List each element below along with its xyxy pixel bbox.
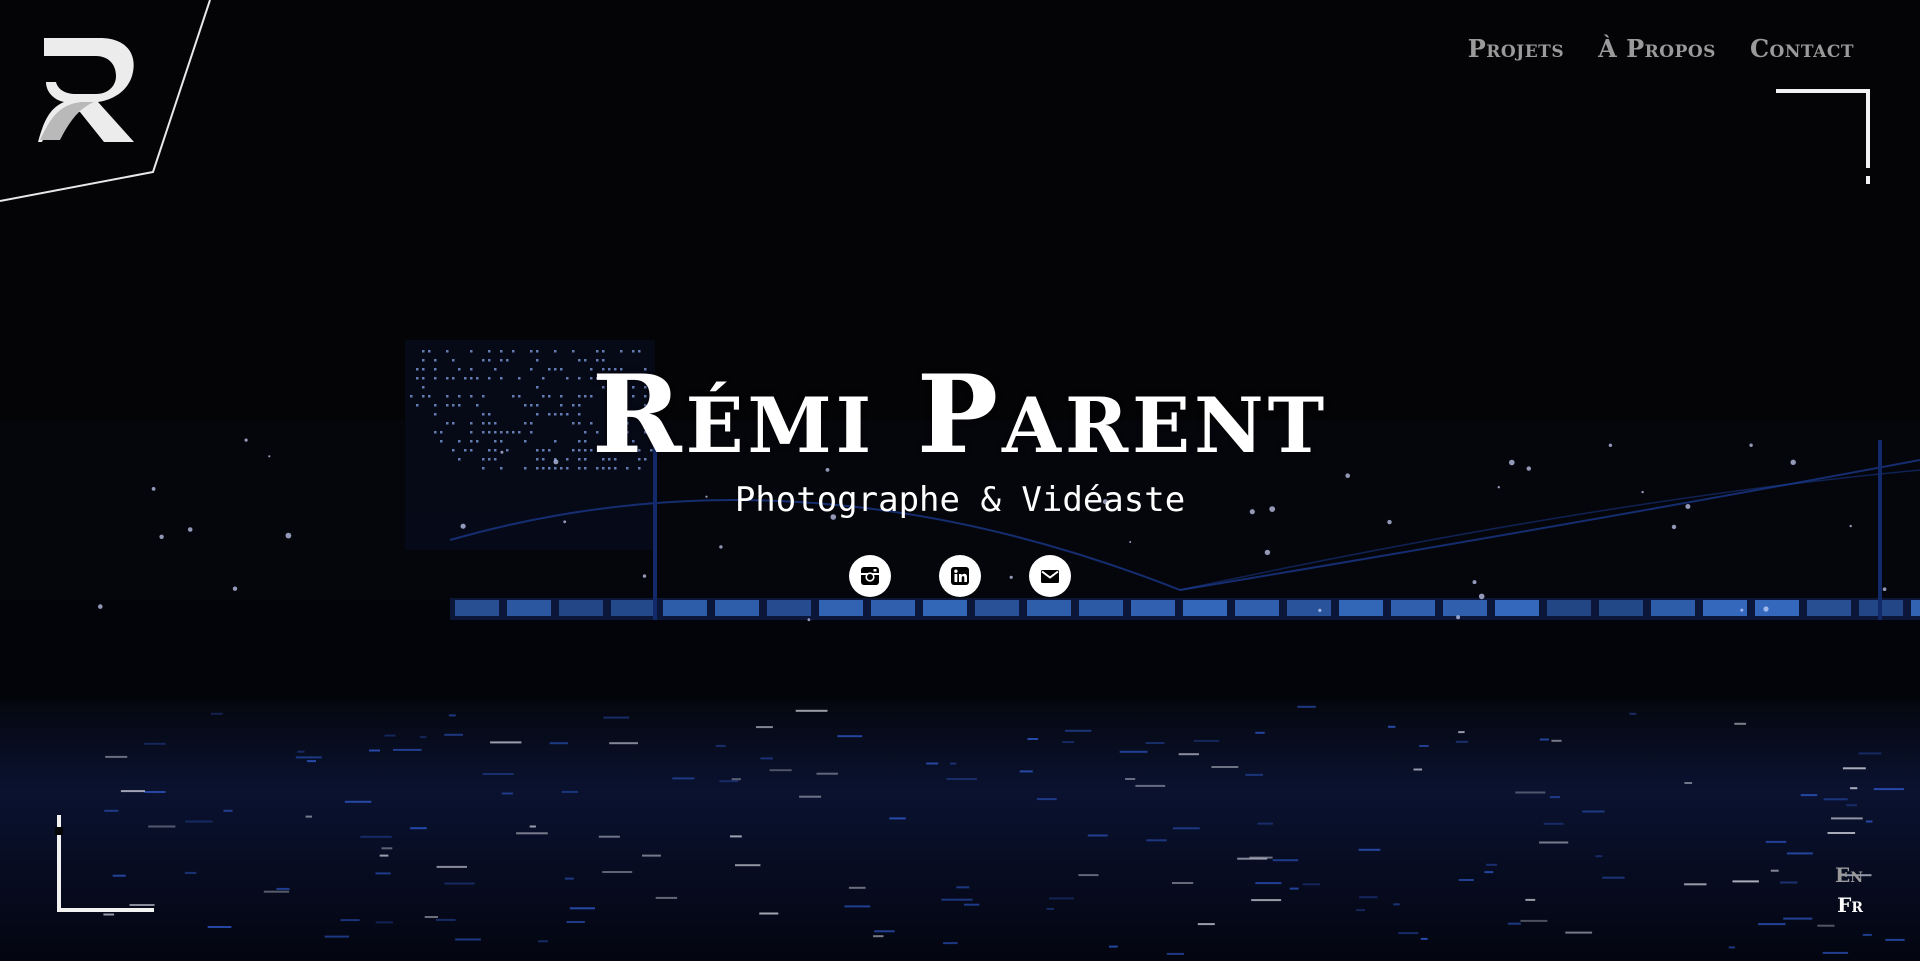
hero-title: Rémi Parent [591, 352, 1329, 478]
nav-a-propos[interactable]: À Propos [1598, 34, 1716, 63]
instagram-link[interactable] [849, 555, 891, 597]
corner-bracket-bottom-left [57, 815, 154, 912]
email-icon [1041, 570, 1059, 583]
main-nav: Projets À Propos Contact [1468, 34, 1854, 63]
hero-subtitle: Photographe & Vidéaste [734, 480, 1186, 520]
social-links [0, 555, 1920, 597]
bracket-gap [55, 827, 63, 835]
email-link[interactable] [1029, 555, 1071, 597]
linkedin-link[interactable] [939, 555, 981, 597]
nav-projets[interactable]: Projets [1468, 34, 1564, 63]
logo[interactable] [0, 0, 220, 210]
nav-contact[interactable]: Contact [1750, 34, 1854, 63]
linkedin-icon [951, 567, 969, 585]
bracket-gap [1866, 168, 1872, 176]
language-en[interactable]: En [1835, 860, 1863, 890]
language-switcher: En Fr [1835, 860, 1863, 920]
language-fr[interactable]: Fr [1835, 890, 1863, 920]
corner-bracket-top-right [1776, 89, 1870, 184]
instagram-icon [861, 567, 879, 585]
